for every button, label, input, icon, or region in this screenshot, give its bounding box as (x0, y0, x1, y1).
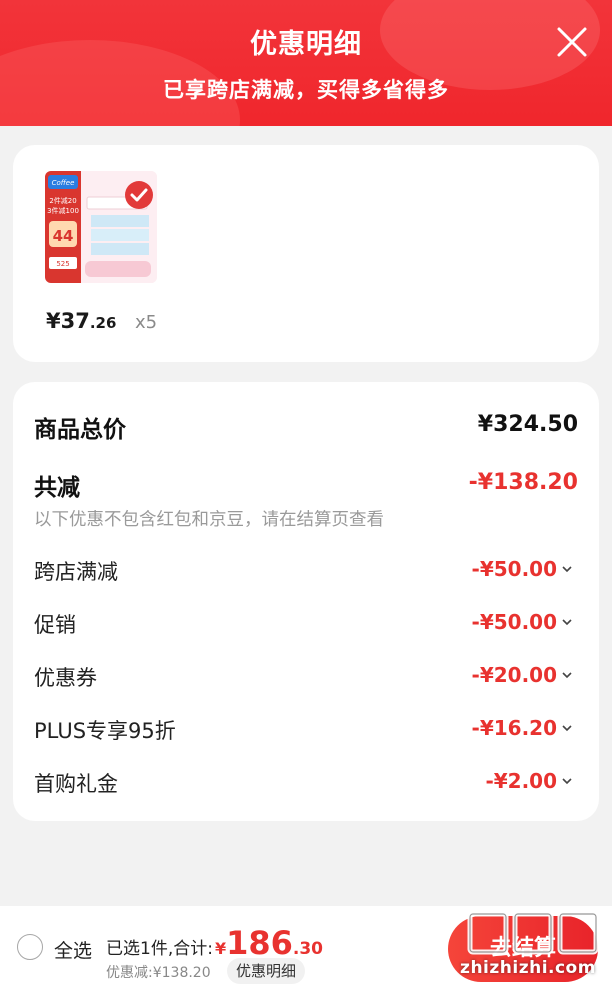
total-decimal: .30 (292, 939, 324, 959)
total-discount-value: -¥138.20 (468, 470, 578, 495)
total-price-value: ¥324.50 (477, 412, 578, 437)
total-discount-label: 共减 (34, 475, 80, 501)
discount-item-value[interactable]: -¥2.00 (485, 769, 573, 793)
chevron-down-icon (562, 725, 572, 732)
svg-text:2件减20: 2件减20 (49, 196, 76, 205)
discount-detail-button[interactable]: 优惠明细 (227, 958, 306, 984)
page-title: 优惠明细 (250, 29, 362, 60)
header-banner: 优惠明细 已享跨店满减，买得多省得多 (0, 0, 612, 126)
discount-amount: -¥16.20 (471, 716, 557, 740)
discount-item-label: PLUS专享95折 (34, 719, 176, 743)
svg-text:Coffee: Coffee (52, 179, 75, 187)
product-image[interactable]: Coffee 2件减20 3件减100 44 525 (45, 171, 157, 283)
chevron-down-icon (562, 619, 572, 626)
discount-item-label: 优惠券 (34, 666, 97, 690)
discount-item-label: 首购礼金 (34, 772, 118, 796)
discount-item-label: 促销 (34, 613, 76, 637)
close-button[interactable] (552, 22, 592, 62)
close-icon (557, 27, 587, 57)
product-card: Coffee 2件减20 3件减100 44 525 ¥37.26 x5 (13, 145, 599, 362)
selected-count-text: 已选1件,合计: (106, 939, 213, 959)
svg-text:525: 525 (56, 260, 69, 268)
discount-amount: -¥50.00 (471, 610, 557, 634)
order-total: 已选1件,合计: ¥ 186 .30 (106, 924, 323, 962)
product-price: ¥37.26 (46, 309, 116, 333)
product-quantity: x5 (135, 312, 158, 333)
checkout-bar: 全选 已选1件,合计: ¥ 186 .30 优惠减:¥138.20 优惠明细 去… (0, 906, 612, 990)
discount-summary: 优惠减:¥138.20 (106, 965, 211, 981)
select-all-label[interactable]: 全选 (54, 936, 92, 963)
price-cents: .26 (89, 314, 117, 332)
discount-amount: -¥20.00 (471, 663, 557, 687)
select-all-radio[interactable] (17, 934, 43, 960)
svg-text:44: 44 (53, 227, 74, 245)
discount-amount: -¥50.00 (471, 557, 557, 581)
total-currency: ¥ (214, 939, 227, 958)
discount-item-value[interactable]: -¥20.00 (472, 663, 573, 687)
checkout-button[interactable]: 去结算 (448, 916, 598, 982)
price-main: ¥37 (46, 309, 90, 333)
chevron-down-icon (562, 778, 572, 785)
discount-item-value[interactable]: -¥50.00 (472, 557, 573, 581)
discount-item-value[interactable]: -¥50.00 (472, 610, 573, 634)
product-image-art: Coffee 2件减20 3件减100 44 525 (45, 171, 157, 283)
discount-detail-card: 商品总价 ¥324.50 共减 -¥138.20 以下优惠不包含红包和京豆，请在… (13, 382, 599, 821)
discount-item-value[interactable]: -¥16.20 (472, 716, 573, 740)
page-subtitle: 已享跨店满减，买得多省得多 (163, 78, 449, 102)
discount-note: 以下优惠不包含红包和京豆，请在结算页查看 (34, 510, 384, 530)
discount-item-label: 跨店满减 (34, 560, 118, 584)
total-integer: 186 (226, 924, 293, 962)
chevron-down-icon (562, 672, 572, 679)
svg-text:3件减100: 3件减100 (47, 206, 79, 215)
chevron-down-icon (562, 566, 572, 573)
total-price-label: 商品总价 (34, 417, 126, 443)
discount-amount: -¥2.00 (485, 769, 557, 793)
